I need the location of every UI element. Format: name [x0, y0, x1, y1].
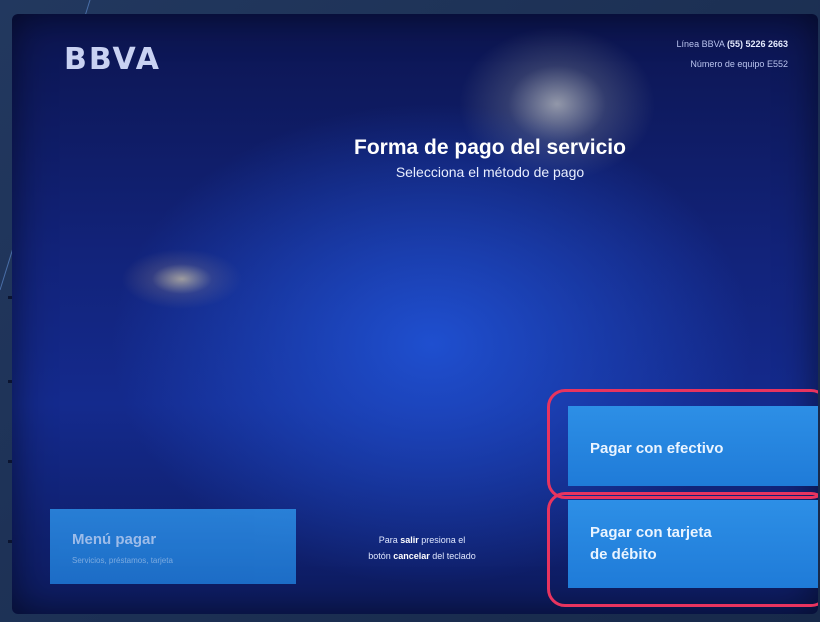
hint-text: presiona el [418, 535, 466, 545]
hint-line-2: botón cancelar del teclado [332, 548, 512, 564]
highlight-outline-cash [547, 389, 818, 499]
hint-line-1: Para salir presiona el [332, 532, 512, 548]
atm-screen: BBVA Línea BBVA (55) 5226 2663 Número de… [12, 14, 818, 614]
hint-emphasis-cancelar: cancelar [393, 551, 430, 561]
hotline-number: (55) 5226 2663 [726, 39, 788, 49]
hotline-line: Línea BBVA (55) 5226 2663 [677, 34, 788, 54]
hint-text: del teclado [429, 551, 476, 561]
cancel-hint: Para salir presiona el botón cancelar de… [332, 532, 512, 564]
hint-text: botón [368, 551, 394, 561]
hint-emphasis-salir: salir [400, 535, 419, 545]
menu-pagar-label: Menú pagar [72, 531, 157, 548]
hotline-label: Línea BBVA [676, 39, 725, 49]
menu-pagar-sublabel: Servicios, préstamos, tarjeta [72, 556, 173, 565]
page-subtitle: Selecciona el método de pago [395, 164, 585, 180]
terminal-line: Número de equipo E552 [677, 54, 788, 74]
terminal-id: E552 [766, 59, 788, 69]
hint-text: Para [378, 535, 401, 545]
atm-bezel: BBVA Línea BBVA (55) 5226 2663 Número de… [0, 0, 820, 622]
page-title: Forma de pago del servicio [354, 136, 626, 159]
terminal-label: Número de equipo [690, 59, 765, 69]
hotline-info: Línea BBVA (55) 5226 2663 Número de equi… [677, 34, 788, 74]
highlight-outline-debit [547, 492, 818, 607]
bbva-logo: BBVA [64, 42, 161, 77]
menu-pagar-button[interactable]: Menú pagar Servicios, préstamos, tarjeta [50, 509, 296, 584]
